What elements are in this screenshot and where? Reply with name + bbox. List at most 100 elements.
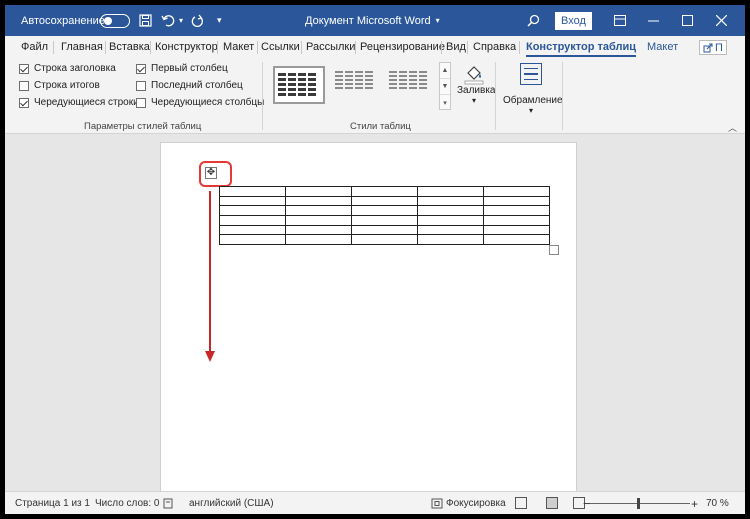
table-row[interactable] <box>219 224 550 236</box>
table-cell[interactable] <box>219 195 286 207</box>
tab-home[interactable]: Главная <box>61 36 103 58</box>
table-cell[interactable] <box>483 234 550 246</box>
table-row[interactable] <box>219 195 550 207</box>
table-cell[interactable] <box>351 215 418 226</box>
share-button[interactable]: П <box>699 40 727 55</box>
table-cell[interactable] <box>483 205 550 217</box>
search-icon[interactable] <box>527 5 540 36</box>
document-area: ✥ <box>5 135 745 494</box>
table-cell[interactable] <box>417 234 484 246</box>
document-page[interactable]: ✥ <box>160 142 577 494</box>
table-cell[interactable] <box>285 186 352 197</box>
table-cell[interactable] <box>285 205 352 217</box>
highlight-frame <box>199 161 232 187</box>
table-cell[interactable] <box>417 215 484 226</box>
table-cell[interactable] <box>351 224 418 236</box>
table-style-plain[interactable] <box>332 66 384 104</box>
header-row-checkbox[interactable]: Строка заголовка <box>19 63 116 74</box>
table-style-grid-selected[interactable] <box>273 66 325 104</box>
zoom-slider[interactable] <box>590 503 690 504</box>
tab-view[interactable]: Вид <box>446 36 466 58</box>
styles-gallery-scroll[interactable]: ▲ ▼ ▾ <box>439 62 451 110</box>
maximize-icon[interactable] <box>677 5 697 36</box>
ribbon-display-icon[interactable] <box>610 5 630 36</box>
tab-layout[interactable]: Макет <box>223 36 254 58</box>
autosave-toggle[interactable] <box>100 5 130 36</box>
table-cell[interactable] <box>219 234 286 246</box>
gallery-more-icon[interactable]: ▾ <box>440 95 450 111</box>
proofing-icon[interactable] <box>163 492 174 514</box>
focus-mode-label[interactable]: Фокусировка <box>446 492 506 514</box>
table-cell[interactable] <box>417 205 484 217</box>
tab-file[interactable]: Файл <box>21 36 48 58</box>
first-column-checkbox[interactable]: Первый столбец <box>136 63 228 74</box>
zoom-level[interactable]: 70 % <box>706 492 729 514</box>
table-style-light[interactable] <box>386 66 438 104</box>
undo-icon[interactable] <box>161 5 175 36</box>
tab-table-layout[interactable]: Макет <box>647 36 678 58</box>
table-cell[interactable] <box>483 195 550 207</box>
table-cell[interactable] <box>285 195 352 207</box>
last-column-checkbox[interactable]: Последний столбец <box>136 80 243 91</box>
borders-button[interactable]: Обрамление ▾ <box>503 63 563 115</box>
table-row[interactable] <box>219 205 550 217</box>
tab-mailings[interactable]: Рассылки <box>306 36 355 58</box>
table-cell[interactable] <box>483 224 550 236</box>
redo-icon[interactable] <box>191 5 204 36</box>
table-cell[interactable] <box>351 234 418 246</box>
tab-references[interactable]: Ссылки <box>261 36 300 58</box>
table-resize-handle[interactable] <box>549 245 559 255</box>
tab-table-design[interactable]: Конструктор таблиц <box>526 36 637 58</box>
document-table[interactable] <box>219 186 550 246</box>
page-count[interactable]: Страница 1 из 1 <box>15 492 90 514</box>
table-cell[interactable] <box>483 186 550 197</box>
close-icon[interactable] <box>711 5 731 36</box>
table-cell[interactable] <box>483 215 550 226</box>
banded-columns-checkbox[interactable]: Чередующиеся столбцы <box>136 97 264 108</box>
undo-dropdown-icon[interactable]: ▾ <box>179 5 183 36</box>
table-styles-gallery <box>270 63 444 111</box>
tab-review[interactable]: Рецензирование <box>360 36 445 58</box>
shading-button[interactable]: Заливка ▾ <box>457 63 496 105</box>
focus-mode-icon[interactable] <box>431 492 443 514</box>
chevron-down-icon[interactable]: ▼ <box>440 79 450 95</box>
zoom-in-icon[interactable]: + <box>691 492 698 514</box>
zoom-slider-thumb[interactable] <box>637 498 640 509</box>
tab-design[interactable]: Конструктор <box>155 36 218 58</box>
table-cell[interactable] <box>219 205 286 217</box>
language-indicator[interactable]: английский (США) <box>189 492 274 514</box>
table-row[interactable] <box>219 186 550 197</box>
chevron-up-icon[interactable]: ▲ <box>440 63 450 79</box>
table-cell[interactable] <box>417 224 484 236</box>
read-mode-icon[interactable] <box>515 497 527 509</box>
word-count[interactable]: Число слов: 0 <box>95 492 159 514</box>
table-cell[interactable] <box>351 205 418 217</box>
tab-help[interactable]: Справка <box>473 36 516 58</box>
document-title-text: Документ Microsoft Word <box>305 14 431 27</box>
minimize-icon[interactable] <box>643 5 663 36</box>
table-cell[interactable] <box>285 215 352 226</box>
table-cell[interactable] <box>417 195 484 207</box>
borders-label: Обрамление <box>503 95 563 106</box>
ribbon-tabs: Файл Главная Вставка Конструктор Макет С… <box>5 36 745 58</box>
table-cell[interactable] <box>285 234 352 246</box>
table-cell[interactable] <box>351 186 418 197</box>
table-cell[interactable] <box>285 224 352 236</box>
login-button[interactable]: Вход <box>555 12 592 30</box>
customize-toolbar-icon[interactable]: ▾ <box>217 5 222 36</box>
collapse-ribbon-icon[interactable]: ︿ <box>728 121 737 134</box>
print-layout-icon[interactable] <box>546 497 558 509</box>
table-row[interactable] <box>219 234 550 246</box>
table-cell[interactable] <box>219 224 286 236</box>
banded-rows-checkbox[interactable]: Чередующиеся строки <box>19 97 139 108</box>
table-cell[interactable] <box>417 186 484 197</box>
arrow-down-icon <box>205 191 215 362</box>
total-row-checkbox[interactable]: Строка итогов <box>19 80 100 91</box>
table-cell[interactable] <box>219 215 286 226</box>
table-cell[interactable] <box>219 186 286 197</box>
save-icon[interactable] <box>139 5 152 36</box>
table-row[interactable] <box>219 215 550 226</box>
tab-insert[interactable]: Вставка <box>109 36 150 58</box>
document-title[interactable]: Документ Microsoft Word ▾ <box>305 5 440 36</box>
table-cell[interactable] <box>351 195 418 207</box>
